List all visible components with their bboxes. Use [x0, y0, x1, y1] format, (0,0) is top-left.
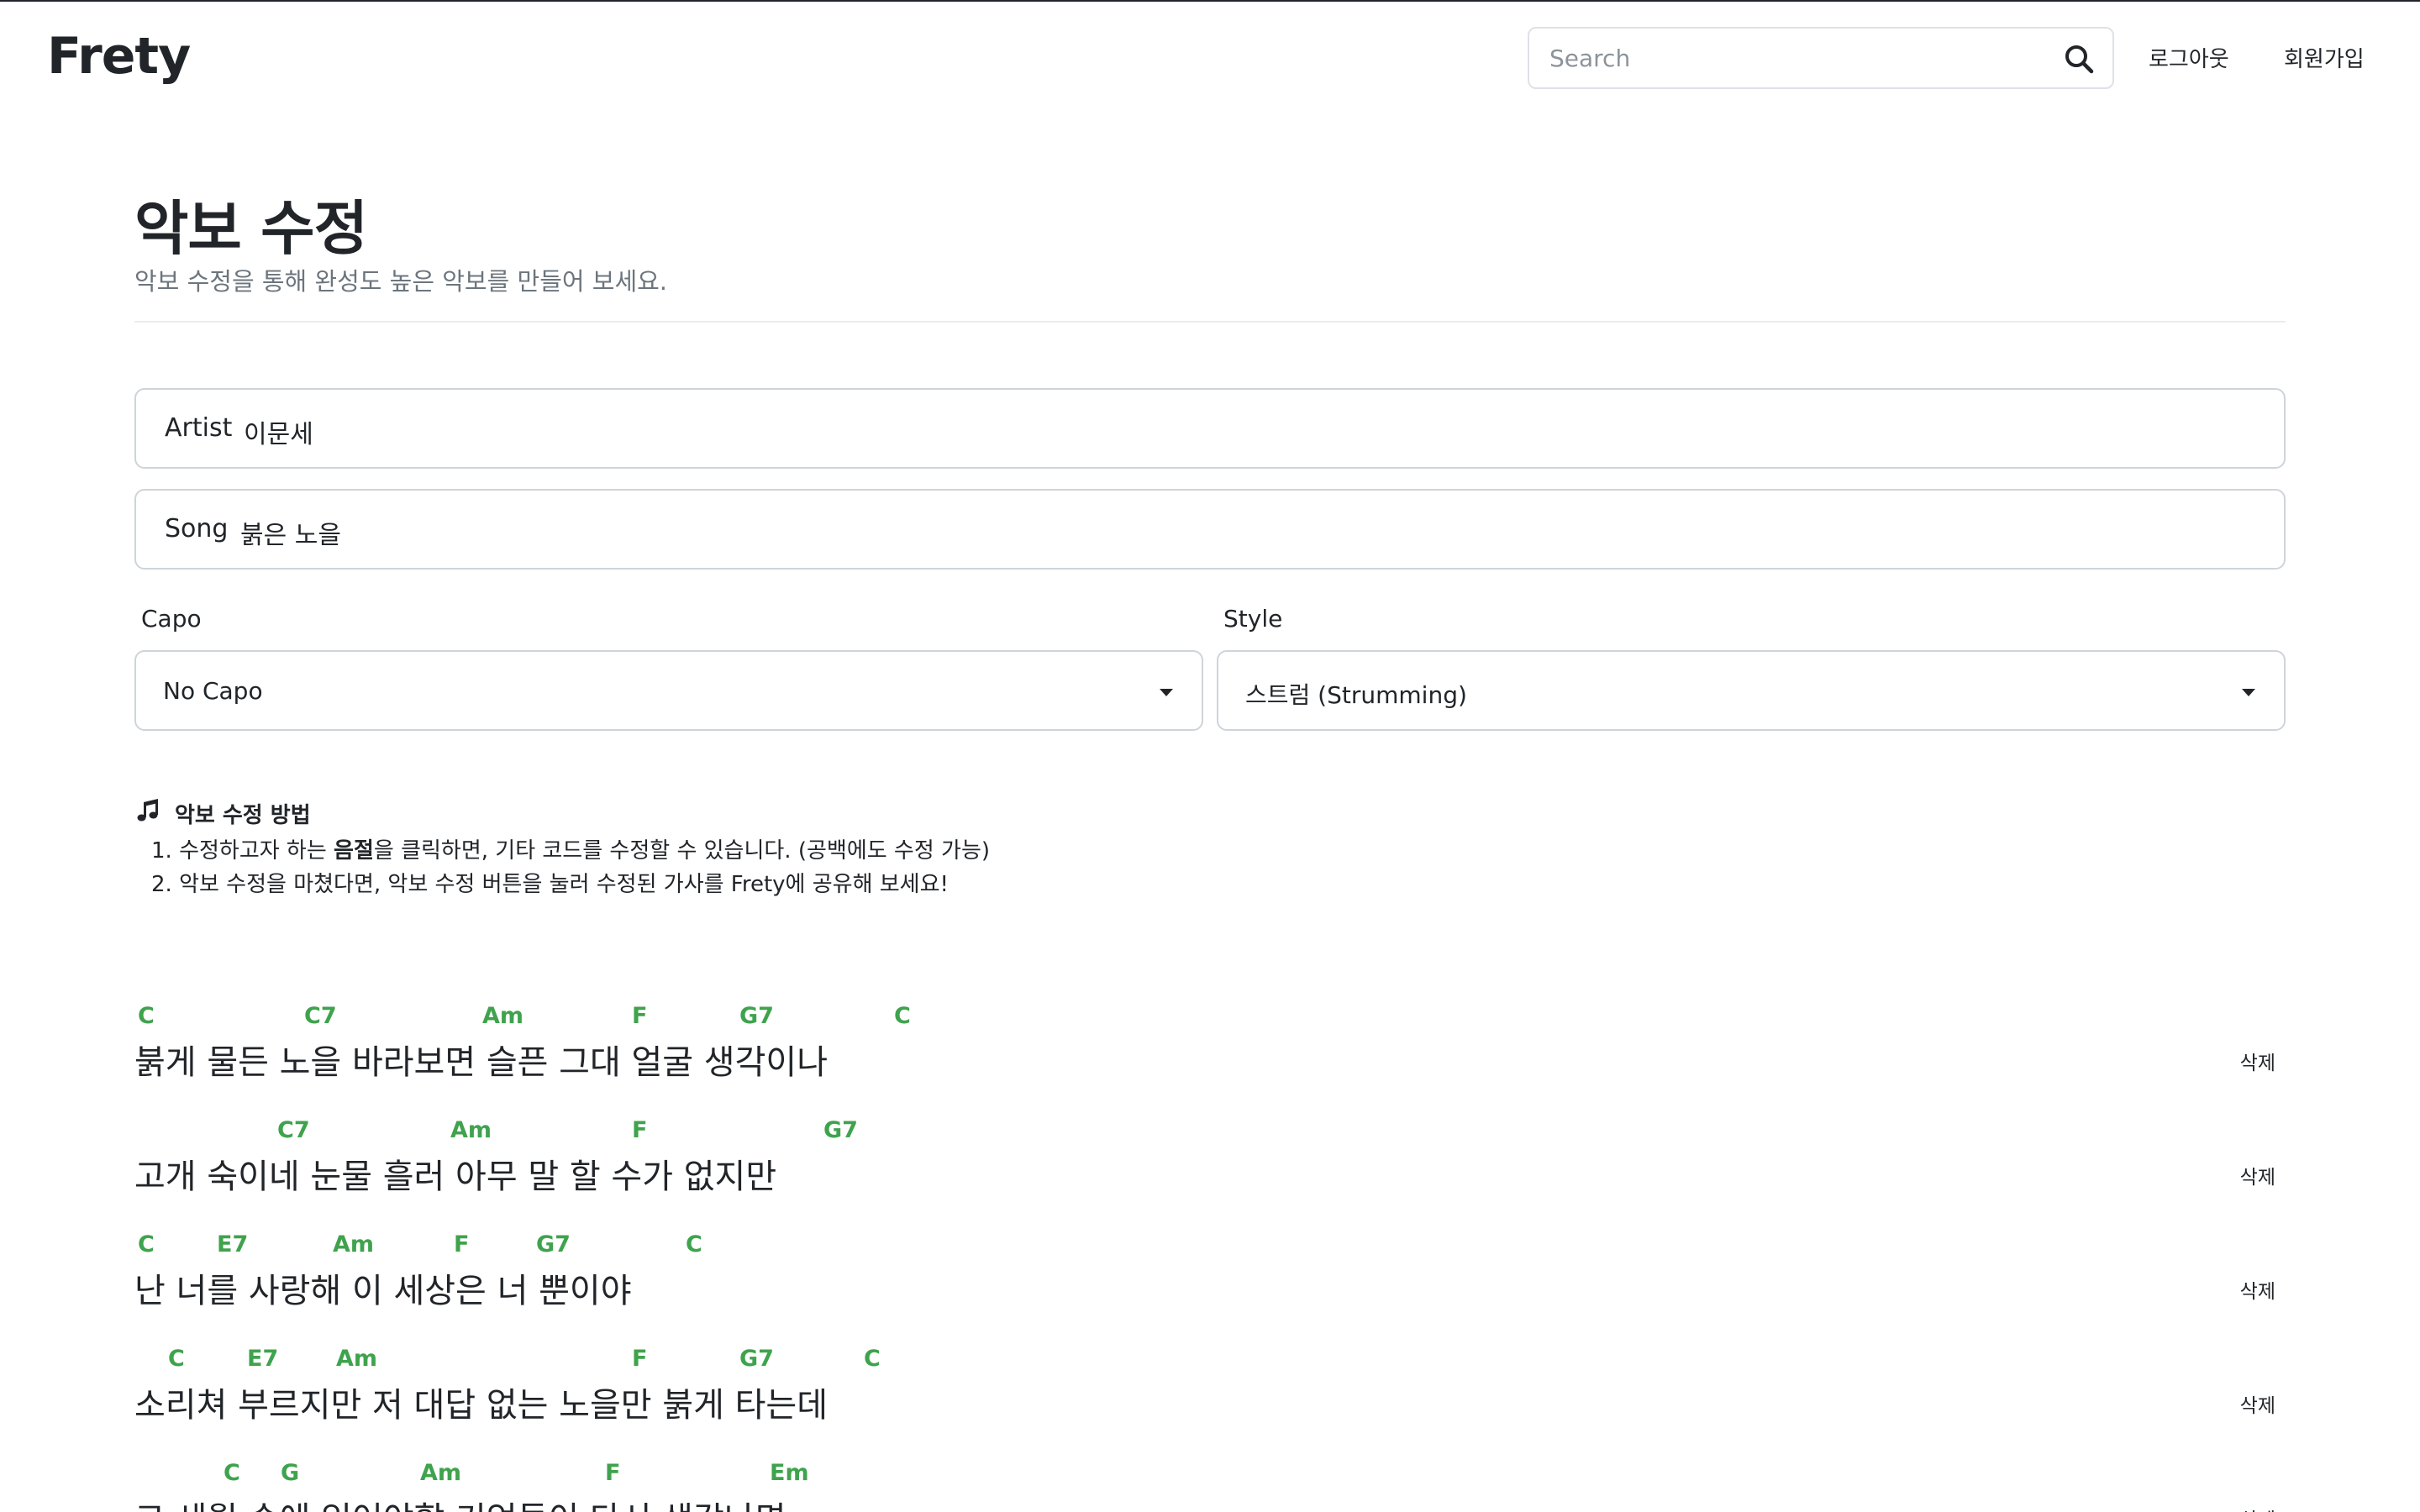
song-field-label: Song: [165, 514, 229, 543]
chord-label[interactable]: G7: [739, 1346, 774, 1372]
brand-logo[interactable]: Frety: [47, 27, 191, 86]
page-header: 악보 수정 악보 수정을 통해 완성도 높은 악보를 만들어 보세요.: [134, 176, 2286, 323]
chord-label[interactable]: Am: [333, 1231, 374, 1257]
song-field-value[interactable]: 붉은 노을: [240, 514, 341, 551]
chevron-down-icon: [1160, 689, 1173, 696]
search-box: [1528, 27, 2114, 89]
chord-label[interactable]: F: [632, 1346, 647, 1372]
style-selected-value: 스트럼 (Strumming): [1245, 681, 1467, 709]
search-icon[interactable]: [2064, 44, 2094, 74]
step1-suffix: 을 클릭하면, 기타 코드를 수정할 수 있습니다. (공백에도 수정 가능): [373, 838, 991, 864]
delete-line-button[interactable]: 삭제: [2240, 1389, 2275, 1418]
instructions-title: 악보 수정 방법: [175, 803, 311, 828]
song-field[interactable]: Song 붉은 노을: [134, 489, 2286, 570]
style-label: Style: [1223, 605, 1283, 633]
delete-line-button[interactable]: 삭제: [2240, 1047, 2275, 1075]
capo-selected-value: No Capo: [163, 677, 263, 705]
lyric-line[interactable]: 난 너를 사랑해 이 세상은 너 뿐이야: [134, 1263, 632, 1312]
chord-label[interactable]: Am: [450, 1117, 492, 1143]
artist-field[interactable]: Artist 이문세: [134, 388, 2286, 469]
capo-label: Capo: [141, 605, 202, 633]
lyric-line[interactable]: 고개 숙이네 눈물 흘러 아무 말 할 수가 없지만: [134, 1149, 776, 1198]
step1-bold: 음절: [334, 838, 374, 864]
chord-label[interactable]: F: [632, 1003, 647, 1029]
chord-label[interactable]: C: [168, 1346, 185, 1372]
chord-label[interactable]: C7: [277, 1117, 310, 1143]
chord-label[interactable]: C: [138, 1003, 155, 1029]
instruction-step-1: 1. 수정하고자 하는 음절을 클릭하면, 기타 코드를 수정할 수 있습니다.…: [151, 833, 990, 864]
sheet-line: C7 Am F G7 고개 숙이네 눈물 흘러 아무 말 할 수가 없지만 삭제: [134, 1114, 2286, 1228]
lyric-line[interactable]: 그 세월 속에 잊어야할 기억들이 다시 생각나면: [134, 1492, 786, 1512]
page-title: 악보 수정: [134, 194, 368, 263]
chord-label[interactable]: G7: [823, 1117, 858, 1143]
chord-label[interactable]: C: [864, 1346, 881, 1372]
sheet-line: C C7 Am F G7 C 붉게 물든 노을 바라보면 슬픈 그대 얼굴 생각…: [134, 1000, 2286, 1114]
step1-prefix: 1. 수정하고자 하는: [151, 838, 334, 864]
chord-label[interactable]: G: [281, 1460, 299, 1486]
page-subtitle: 악보 수정을 통해 완성도 높은 악보를 만들어 보세요.: [134, 267, 668, 296]
delete-line-button[interactable]: 삭제: [2240, 1504, 2275, 1512]
signup-link[interactable]: 회원가입: [2284, 42, 2365, 73]
chord-label[interactable]: F: [605, 1460, 620, 1486]
lyric-line[interactable]: 소리쳐 부르지만 저 대답 없는 노을만 붉게 타는데: [134, 1378, 828, 1426]
delete-line-button[interactable]: 삭제: [2240, 1275, 2275, 1304]
chord-label[interactable]: C7: [304, 1003, 337, 1029]
chord-label[interactable]: F: [454, 1231, 469, 1257]
chevron-down-icon: [2242, 689, 2255, 696]
chord-label[interactable]: G7: [536, 1231, 571, 1257]
chord-label[interactable]: Am: [482, 1003, 523, 1029]
chord-label[interactable]: Am: [420, 1460, 461, 1486]
artist-field-value[interactable]: 이문세: [244, 413, 313, 450]
chord-label[interactable]: C: [224, 1460, 240, 1486]
style-select[interactable]: 스트럼 (Strumming): [1217, 650, 2286, 731]
delete-line-button[interactable]: 삭제: [2240, 1161, 2275, 1189]
chord-label[interactable]: Em: [770, 1460, 809, 1486]
chord-label[interactable]: E7: [247, 1346, 278, 1372]
lyric-line[interactable]: 붉게 물든 노을 바라보면 슬픈 그대 얼굴 생각이나: [134, 1035, 828, 1084]
sheet-line: C G Am F Em 그 세월 속에 잊어야할 기억들이 다시 생각나면 삭제: [134, 1457, 2286, 1512]
instruction-step-2: 2. 악보 수정을 마쳤다면, 악보 수정 버튼을 눌러 수정된 가사를 Fre…: [151, 872, 949, 897]
chord-label[interactable]: G7: [739, 1003, 774, 1029]
chord-label[interactable]: C: [138, 1231, 155, 1257]
search-input[interactable]: [1529, 29, 2070, 87]
chord-label[interactable]: C: [894, 1003, 911, 1029]
chord-label[interactable]: F: [632, 1117, 647, 1143]
artist-field-label: Artist: [165, 413, 233, 443]
chord-label[interactable]: E7: [217, 1231, 248, 1257]
logout-link[interactable]: 로그아웃: [2149, 42, 2229, 73]
capo-select[interactable]: No Capo: [134, 650, 1203, 731]
chord-label[interactable]: C: [686, 1231, 702, 1257]
navbar: Frety 로그아웃 회원가입: [0, 2, 2420, 119]
sheet-line: C E7 Am F G7 C 소리쳐 부르지만 저 대답 없는 노을만 붉게 타…: [134, 1342, 2286, 1457]
sheet-line: C E7 Am F G7 C 난 너를 사랑해 이 세상은 너 뿐이야 삭제: [134, 1228, 2286, 1342]
music-note-icon: [137, 799, 158, 822]
chord-label[interactable]: Am: [336, 1346, 377, 1372]
chord-sheet: C C7 Am F G7 C 붉게 물든 노을 바라보면 슬픈 그대 얼굴 생각…: [134, 1000, 2286, 1512]
